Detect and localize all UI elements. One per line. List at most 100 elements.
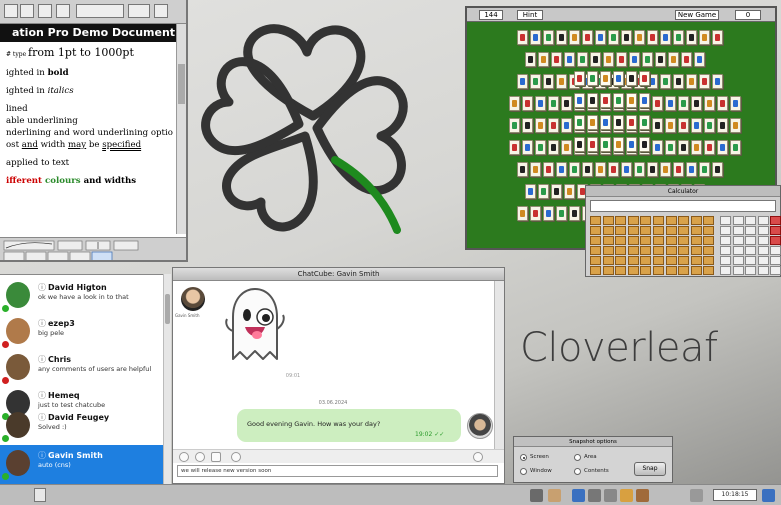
toolbar-button[interactable] bbox=[38, 4, 52, 18]
document-body[interactable]: # type from 1pt to 1000pt ighted in bold… bbox=[0, 42, 174, 237]
calculator-key[interactable] bbox=[732, 266, 744, 275]
mahjong-tile[interactable] bbox=[730, 140, 741, 155]
mahjong-tile[interactable] bbox=[621, 30, 632, 45]
mahjong-tile[interactable] bbox=[678, 118, 689, 133]
mahjong-tile[interactable] bbox=[660, 74, 671, 89]
app-icon[interactable] bbox=[548, 489, 561, 502]
calculator-key[interactable] bbox=[703, 216, 715, 225]
calculator-key[interactable] bbox=[678, 266, 690, 275]
contacts-scrollbar[interactable] bbox=[163, 274, 171, 484]
mahjong-tile[interactable] bbox=[660, 162, 671, 177]
calculator-key[interactable] bbox=[615, 246, 627, 255]
calculator-key[interactable] bbox=[732, 236, 744, 245]
mahjong-tile[interactable] bbox=[665, 96, 676, 111]
mahjong-tile[interactable] bbox=[665, 118, 676, 133]
calculator-key[interactable] bbox=[653, 266, 664, 275]
calculator-key[interactable] bbox=[665, 226, 677, 235]
toolbar-button[interactable] bbox=[56, 4, 70, 18]
mahjong-tile[interactable] bbox=[634, 162, 645, 177]
calculator-key[interactable] bbox=[602, 236, 614, 245]
calculator-key[interactable] bbox=[703, 266, 715, 275]
calculator-key[interactable] bbox=[602, 246, 614, 255]
calculator-key[interactable] bbox=[720, 246, 731, 255]
calculator-key[interactable] bbox=[745, 236, 757, 245]
mahjong-tile[interactable] bbox=[639, 71, 650, 86]
calculator-key[interactable] bbox=[757, 266, 769, 275]
calculator-key[interactable] bbox=[757, 216, 769, 225]
mahjong-tile[interactable] bbox=[686, 74, 697, 89]
calculator-key[interactable] bbox=[640, 226, 652, 235]
mahjong-tile[interactable] bbox=[530, 206, 541, 221]
mahjong-tile[interactable] bbox=[509, 118, 520, 133]
mahjong-tile[interactable] bbox=[730, 118, 741, 133]
contact-item-selected[interactable]: ⓘ Gavin Smith auto (cns) bbox=[0, 445, 166, 484]
mahjong-tile[interactable] bbox=[561, 118, 572, 133]
calculator-key[interactable] bbox=[732, 226, 744, 235]
toolbar-button[interactable] bbox=[20, 4, 34, 18]
mahjong-tile[interactable] bbox=[639, 93, 650, 108]
mahjong-tile[interactable] bbox=[629, 52, 640, 67]
calculator-key[interactable] bbox=[690, 226, 702, 235]
contents-radio[interactable] bbox=[574, 468, 581, 475]
font-selector[interactable] bbox=[76, 4, 124, 18]
mahjong-tile[interactable] bbox=[600, 71, 611, 86]
mahjong-tile[interactable] bbox=[509, 96, 520, 111]
mahjong-tile[interactable] bbox=[665, 140, 676, 155]
new-game-button[interactable]: New Game bbox=[675, 10, 719, 20]
calculator-key[interactable] bbox=[653, 246, 664, 255]
mahjong-tile[interactable] bbox=[564, 184, 575, 199]
mahjong-tile[interactable] bbox=[574, 93, 585, 108]
app-icon[interactable] bbox=[690, 489, 703, 502]
mahjong-tile[interactable] bbox=[556, 74, 567, 89]
send-icon[interactable] bbox=[473, 452, 483, 462]
mahjong-tile[interactable] bbox=[569, 206, 580, 221]
chat-messages[interactable]: Gavin Smith 09:01 03.06.2024 Good evenin… bbox=[173, 281, 494, 449]
hint-button[interactable]: Hint bbox=[517, 10, 543, 20]
mahjong-tile[interactable] bbox=[530, 74, 541, 89]
mahjong-tile[interactable] bbox=[634, 30, 645, 45]
contact-item[interactable]: ⓘ David Feugey Solved :) bbox=[0, 407, 166, 447]
mahjong-tile[interactable] bbox=[535, 118, 546, 133]
scroll-thumb[interactable] bbox=[178, 64, 185, 104]
calculator-key[interactable] bbox=[590, 226, 601, 235]
mahjong-tile[interactable] bbox=[525, 52, 536, 67]
mahjong-tile[interactable] bbox=[652, 96, 663, 111]
mahjong-tile[interactable] bbox=[587, 71, 598, 86]
mahjong-tile[interactable] bbox=[577, 52, 588, 67]
document-scrollbar[interactable] bbox=[176, 24, 186, 234]
chat-scrollbar[interactable] bbox=[494, 281, 504, 449]
mahjong-tile[interactable] bbox=[543, 74, 554, 89]
mahjong-tile[interactable] bbox=[600, 137, 611, 152]
calculator-key[interactable] bbox=[690, 266, 702, 275]
message-input[interactable]: we will release new version soon bbox=[177, 465, 498, 477]
mahjong-tile[interactable] bbox=[548, 140, 559, 155]
mahjong-tile[interactable] bbox=[561, 96, 572, 111]
app-icon[interactable] bbox=[604, 489, 617, 502]
mahjong-tile[interactable] bbox=[556, 162, 567, 177]
mahjong-tile[interactable] bbox=[587, 93, 598, 108]
mahjong-tile[interactable] bbox=[613, 137, 624, 152]
calculator-key[interactable] bbox=[665, 266, 677, 275]
mahjong-tile[interactable] bbox=[561, 140, 572, 155]
calculator-key[interactable] bbox=[640, 236, 652, 245]
mahjong-tile[interactable] bbox=[686, 162, 697, 177]
mahjong-tile[interactable] bbox=[699, 30, 710, 45]
mahjong-tile[interactable] bbox=[608, 162, 619, 177]
calculator-key[interactable] bbox=[732, 256, 744, 265]
calculator-key[interactable] bbox=[627, 236, 639, 245]
calculator-key[interactable] bbox=[745, 246, 757, 255]
image-icon[interactable] bbox=[211, 452, 221, 462]
mahjong-tile[interactable] bbox=[694, 52, 705, 67]
calculator-key[interactable] bbox=[703, 256, 715, 265]
mahjong-tile[interactable] bbox=[647, 162, 658, 177]
mahjong-tile[interactable] bbox=[582, 30, 593, 45]
calculator-key[interactable] bbox=[745, 226, 757, 235]
mahjong-tile[interactable] bbox=[608, 30, 619, 45]
mahjong-tile[interactable] bbox=[691, 118, 702, 133]
snap-button[interactable]: Snap bbox=[634, 462, 666, 476]
calculator-key[interactable] bbox=[770, 216, 781, 225]
app-icon[interactable] bbox=[762, 489, 775, 502]
mahjong-tile[interactable] bbox=[616, 52, 627, 67]
calculator-key[interactable] bbox=[615, 216, 627, 225]
mahjong-tile[interactable] bbox=[704, 140, 715, 155]
